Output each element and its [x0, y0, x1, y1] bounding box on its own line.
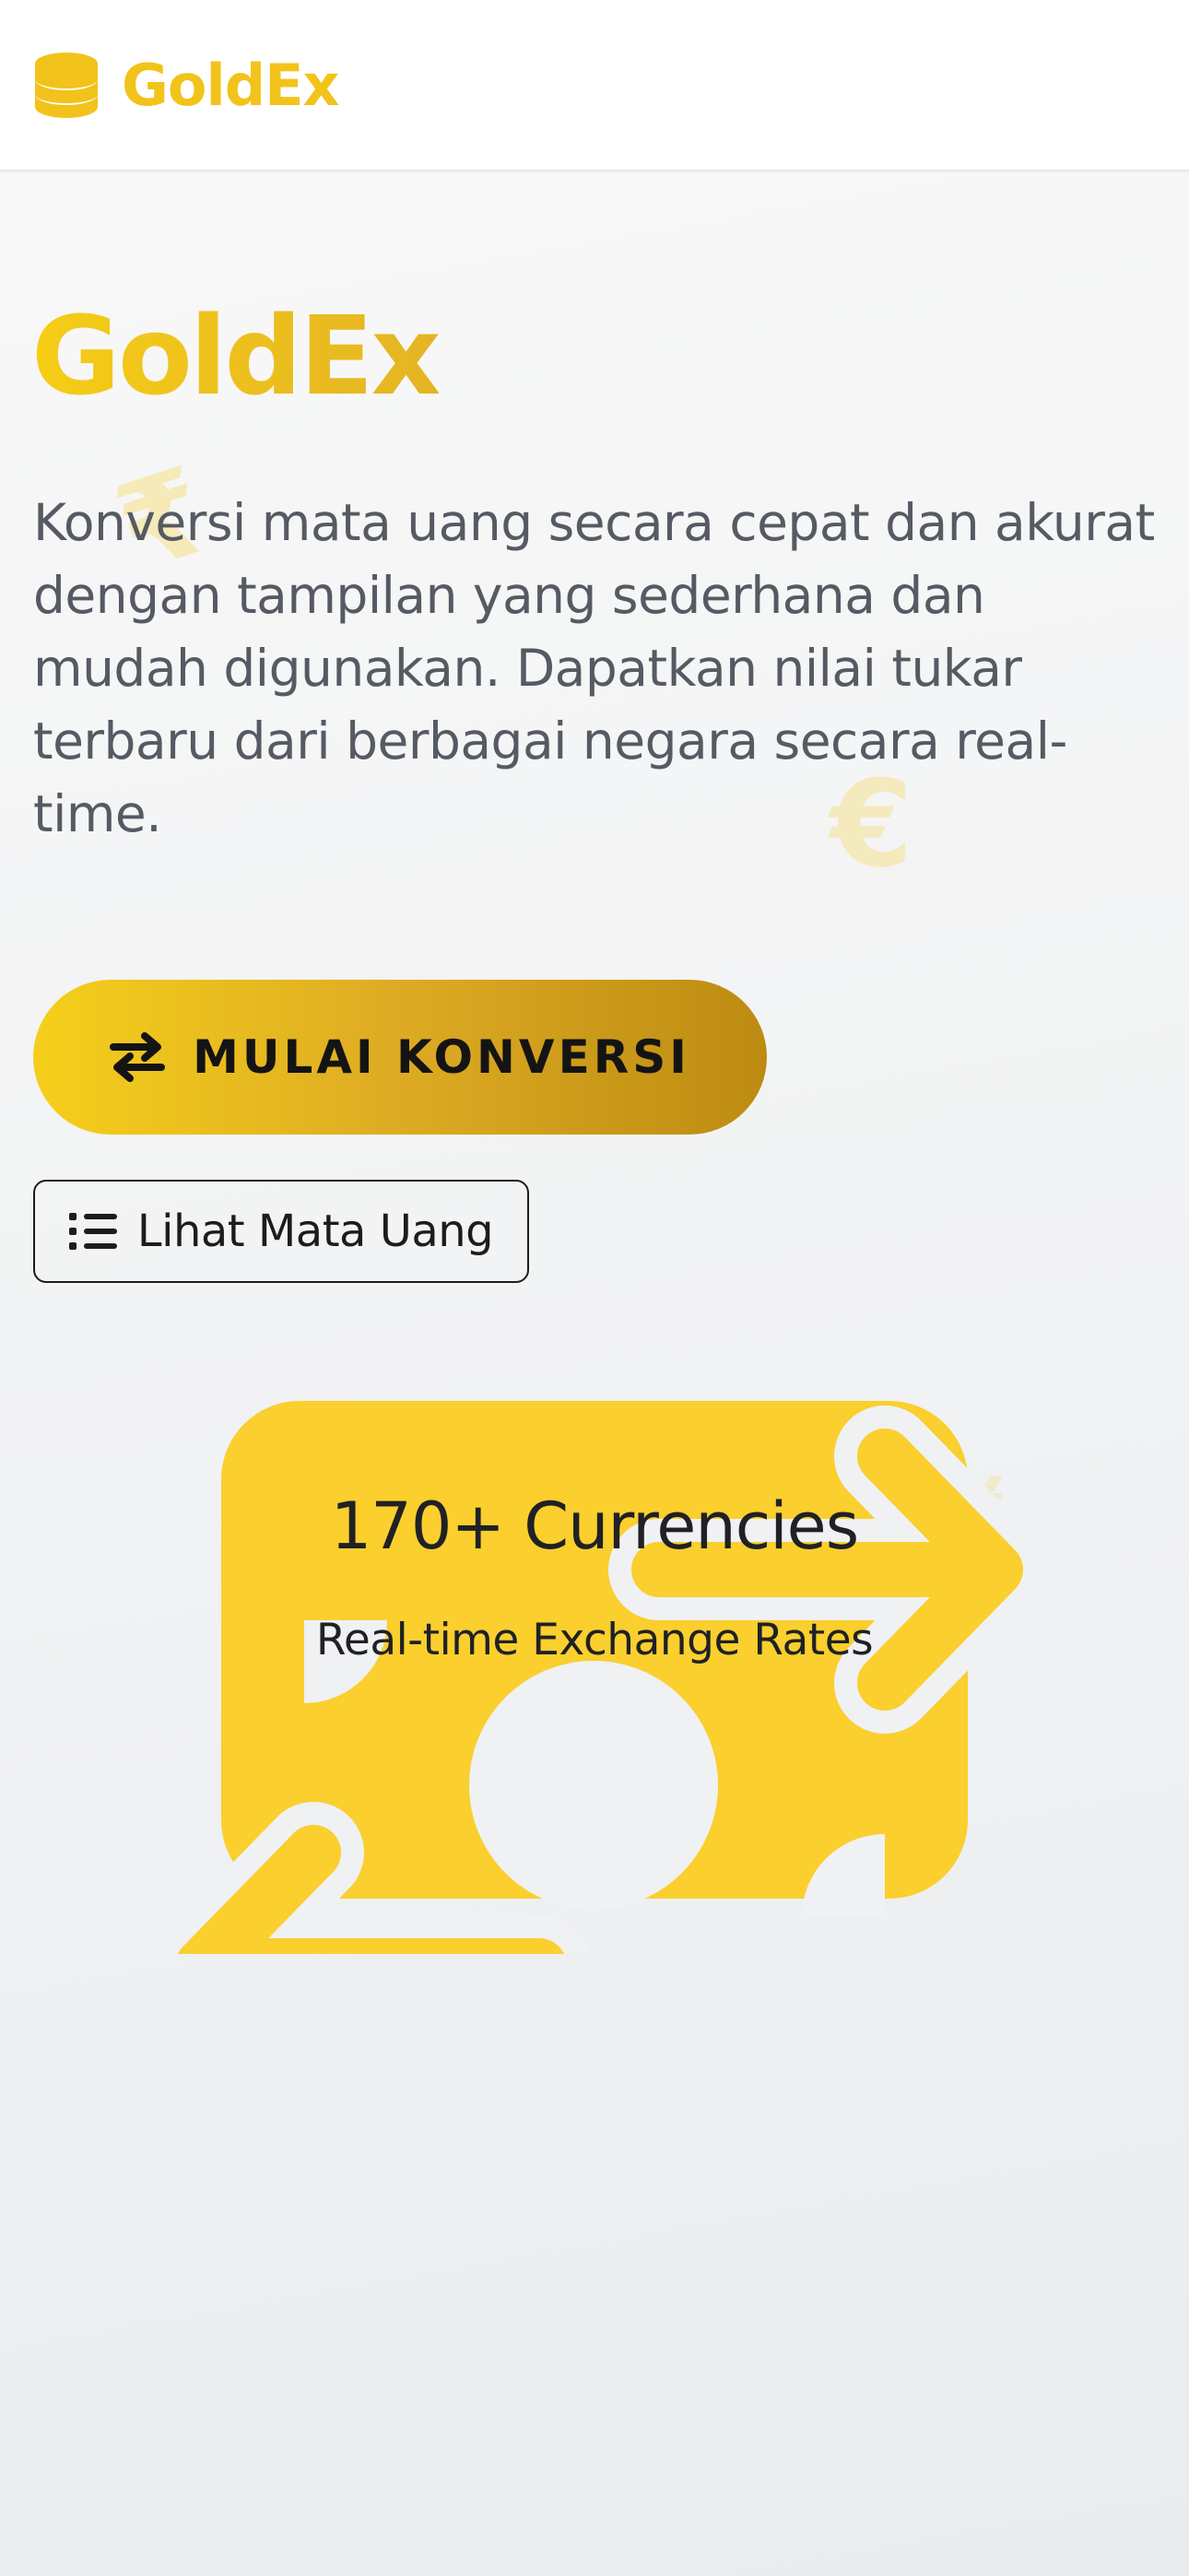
view-currencies-label: Lihat Mata Uang — [136, 1206, 494, 1257]
coins-icon — [35, 53, 98, 118]
currencies-count: 170+ Currencies — [330, 1488, 859, 1564]
start-conversion-button[interactable]: MULAI KONVERSI — [33, 980, 767, 1135]
view-currencies-button[interactable]: Lihat Mata Uang — [33, 1180, 529, 1283]
hero-title: GoldEx — [31, 292, 441, 419]
exchange-rates-caption: Real-time Exchange Rates — [315, 1615, 874, 1665]
start-conversion-label: MULAI KONVERSI — [193, 1030, 690, 1084]
brand-name: GoldEx — [122, 51, 339, 119]
exchange-arrows-icon — [110, 1032, 166, 1082]
list-icon — [68, 1213, 117, 1250]
brand-link[interactable]: GoldEx — [31, 50, 339, 120]
hero-description: Konversi mata uang secara cepat dan akur… — [33, 493, 1155, 843]
top-navbar: GoldEx — [0, 0, 1189, 171]
